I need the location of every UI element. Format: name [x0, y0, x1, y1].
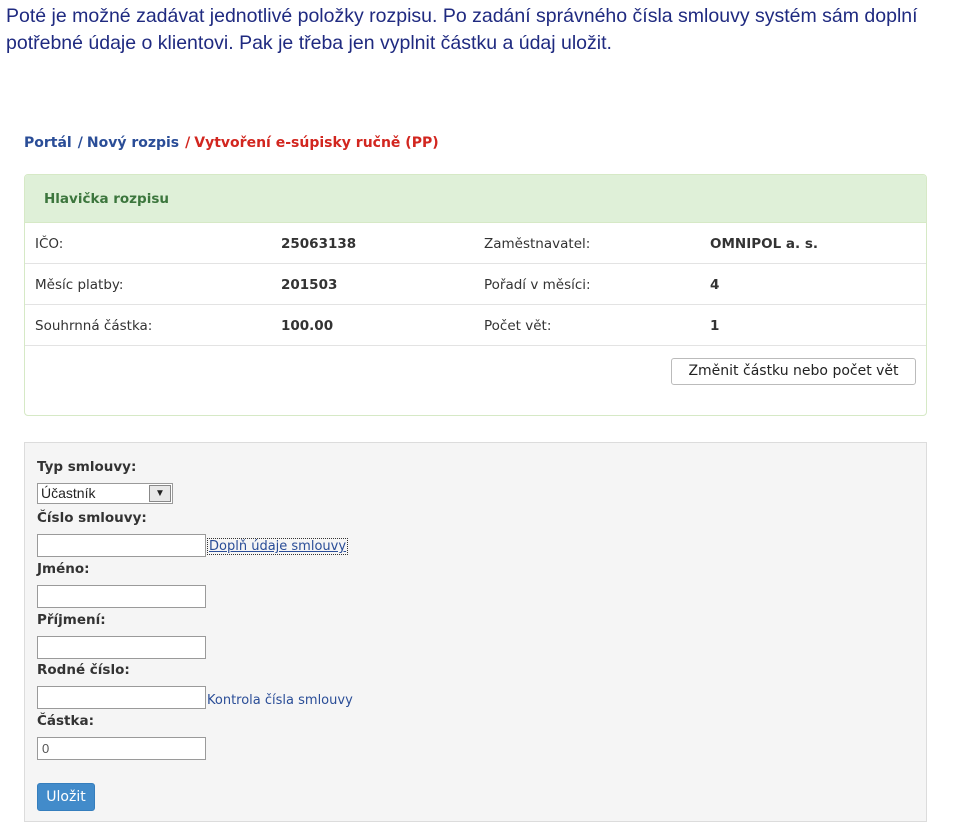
- total-amount-label: Souhrnná částka:: [35, 318, 153, 334]
- breadcrumb-separator: /: [77, 135, 83, 151]
- header-panel: Hlavička rozpisu IČO: 25063138 Zaměstnav…: [24, 174, 927, 416]
- order-in-month-label: Pořadí v měsíci:: [484, 277, 591, 293]
- last-name-input[interactable]: [37, 636, 206, 659]
- payment-month-value: 201503: [281, 277, 338, 293]
- contract-number-input[interactable]: [37, 534, 206, 557]
- total-amount-value: 100.00: [281, 318, 334, 334]
- header-row-total: Souhrnná částka: 100.00 Počet vět: 1: [25, 305, 926, 346]
- first-name-input[interactable]: [37, 585, 206, 608]
- record-count-label: Počet vět:: [484, 318, 552, 334]
- contract-type-value: Účastník: [41, 485, 96, 501]
- breadcrumb-new-statement[interactable]: Nový rozpis: [87, 135, 179, 151]
- breadcrumb-separator: /: [185, 135, 191, 151]
- amount-input[interactable]: 0: [37, 737, 206, 760]
- save-button[interactable]: Uložit: [37, 783, 95, 811]
- chevron-down-icon[interactable]: ▼: [149, 485, 171, 502]
- birth-number-input[interactable]: [37, 686, 206, 709]
- item-form: Typ smlouvy: Účastník ▼ Číslo smlouvy: D…: [24, 442, 927, 822]
- payment-month-label: Měsíc platby:: [35, 277, 124, 293]
- record-count-value: 1: [710, 318, 720, 334]
- employer-label: Zaměstnavatel:: [484, 236, 591, 252]
- breadcrumb: Portál / Nový rozpis / Vytvoření e-súpisky r…: [24, 135, 439, 151]
- intro-text: Poté je možné zadávat jednotlivé položky…: [6, 5, 918, 54]
- last-name-label: Příjmení:: [37, 612, 106, 628]
- contract-type-select[interactable]: Účastník ▼: [37, 483, 173, 504]
- breadcrumb-portal[interactable]: Portál: [24, 135, 72, 151]
- contract-number-label: Číslo smlouvy:: [37, 510, 147, 526]
- employer-value: OMNIPOL a. s.: [710, 236, 819, 252]
- fill-contract-data-link[interactable]: Doplň údaje smlouvy: [207, 538, 349, 555]
- amount-label: Částka:: [37, 713, 94, 729]
- ico-label: IČO:: [35, 236, 64, 252]
- order-in-month-value: 4: [710, 277, 720, 293]
- breadcrumb-current: Vytvoření e-súpisky ručně (PP): [194, 135, 439, 151]
- birth-number-label: Rodné číslo:: [37, 662, 130, 678]
- ico-value: 25063138: [281, 236, 357, 252]
- first-name-label: Jméno:: [37, 561, 90, 577]
- check-contract-number-link[interactable]: Kontrola čísla smlouvy: [207, 693, 353, 708]
- header-row-month: Měsíc platby: 201503 Pořadí v měsíci: 4: [25, 264, 926, 305]
- contract-type-label: Typ smlouvy:: [37, 459, 137, 475]
- header-row-ico: IČO: 25063138 Zaměstnavatel: OMNIPOL a. …: [25, 223, 926, 264]
- change-amount-button[interactable]: Změnit částku nebo počet vět: [671, 358, 916, 385]
- header-panel-title: Hlavička rozpisu: [25, 175, 926, 223]
